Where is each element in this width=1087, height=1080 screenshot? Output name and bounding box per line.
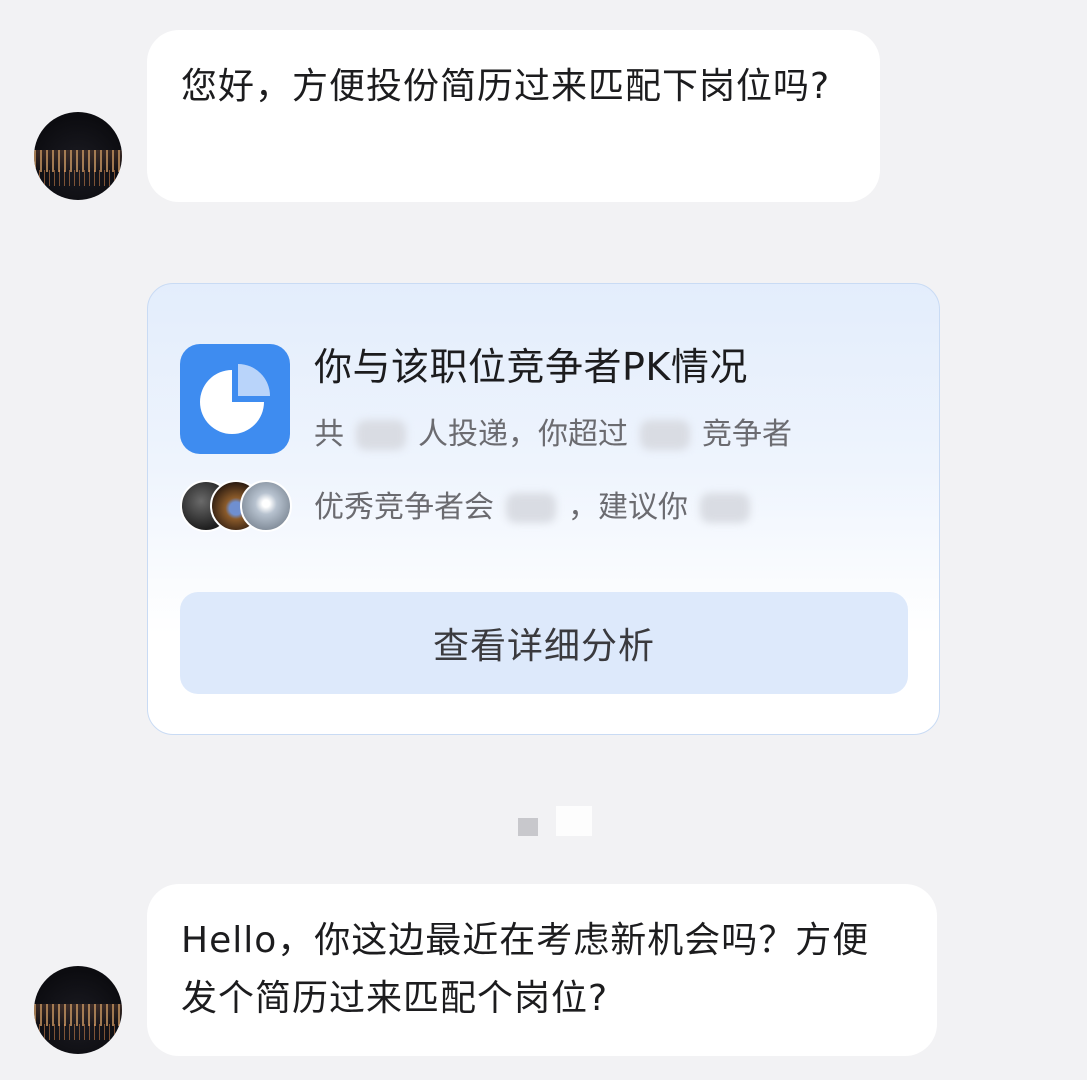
blurred-percent	[640, 420, 690, 450]
message-bubble: 您好，方便投份简历过来匹配下岗位吗?	[147, 30, 880, 202]
competitor-advice: 优秀竞争者会 ，建议你	[314, 488, 762, 528]
blurred-skill	[506, 493, 556, 523]
pie-chart-icon	[180, 344, 290, 454]
sender-avatar[interactable]	[34, 966, 122, 1054]
competitor-avatars	[180, 480, 300, 532]
applicant-summary: 共 人投递，你超过 竞争者	[314, 417, 792, 452]
pk-card[interactable]: 你与该职位竞争者PK情况 共 人投递，你超过 竞争者 优秀竞争者会 ，建议你 查…	[147, 283, 940, 735]
message-text: 您好，方便投份简历过来匹配下岗位吗?	[181, 66, 831, 107]
view-analysis-button[interactable]: 查看详细分析	[180, 592, 908, 694]
blurred-count	[356, 420, 406, 450]
message-text: Hello，你这边最近在考虑新机会吗？方便发个简历过来匹配个岗位?	[181, 920, 870, 1019]
card-title: 你与该职位竞争者PK情况	[314, 345, 748, 389]
competitor-avatar	[240, 480, 292, 532]
blurred-timestamp	[518, 806, 598, 836]
sender-avatar[interactable]	[34, 112, 122, 200]
message-bubble: Hello，你这边最近在考虑新机会吗？方便发个简历过来匹配个岗位?	[147, 884, 937, 1056]
blurred-advice	[700, 493, 750, 523]
